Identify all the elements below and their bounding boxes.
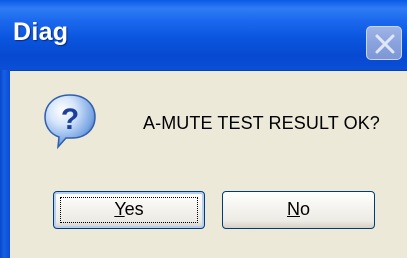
question-icon: ? (40, 90, 100, 150)
title-bar[interactable]: Diag (0, 0, 407, 71)
no-mnemonic: N (286, 199, 300, 219)
no-button-label: No (287, 199, 310, 219)
no-label-rest: o (299, 199, 310, 219)
svg-text:?: ? (61, 103, 79, 136)
dialog-message: A-MUTE TEST RESULT OK? (143, 113, 380, 133)
window-title: Diag (13, 18, 69, 46)
window-frame (0, 70, 10, 258)
yes-button-label: Yes (114, 199, 143, 219)
no-button[interactable]: No (222, 191, 375, 229)
yes-button[interactable]: Yes (53, 191, 205, 229)
yes-mnemonic: Y (114, 199, 125, 219)
close-icon (375, 34, 395, 54)
close-button[interactable] (366, 26, 402, 60)
message-dialog: Diag ? A-MUTE TEST RESULT OK? Yes No (0, 0, 407, 258)
yes-label-rest: es (124, 199, 144, 219)
